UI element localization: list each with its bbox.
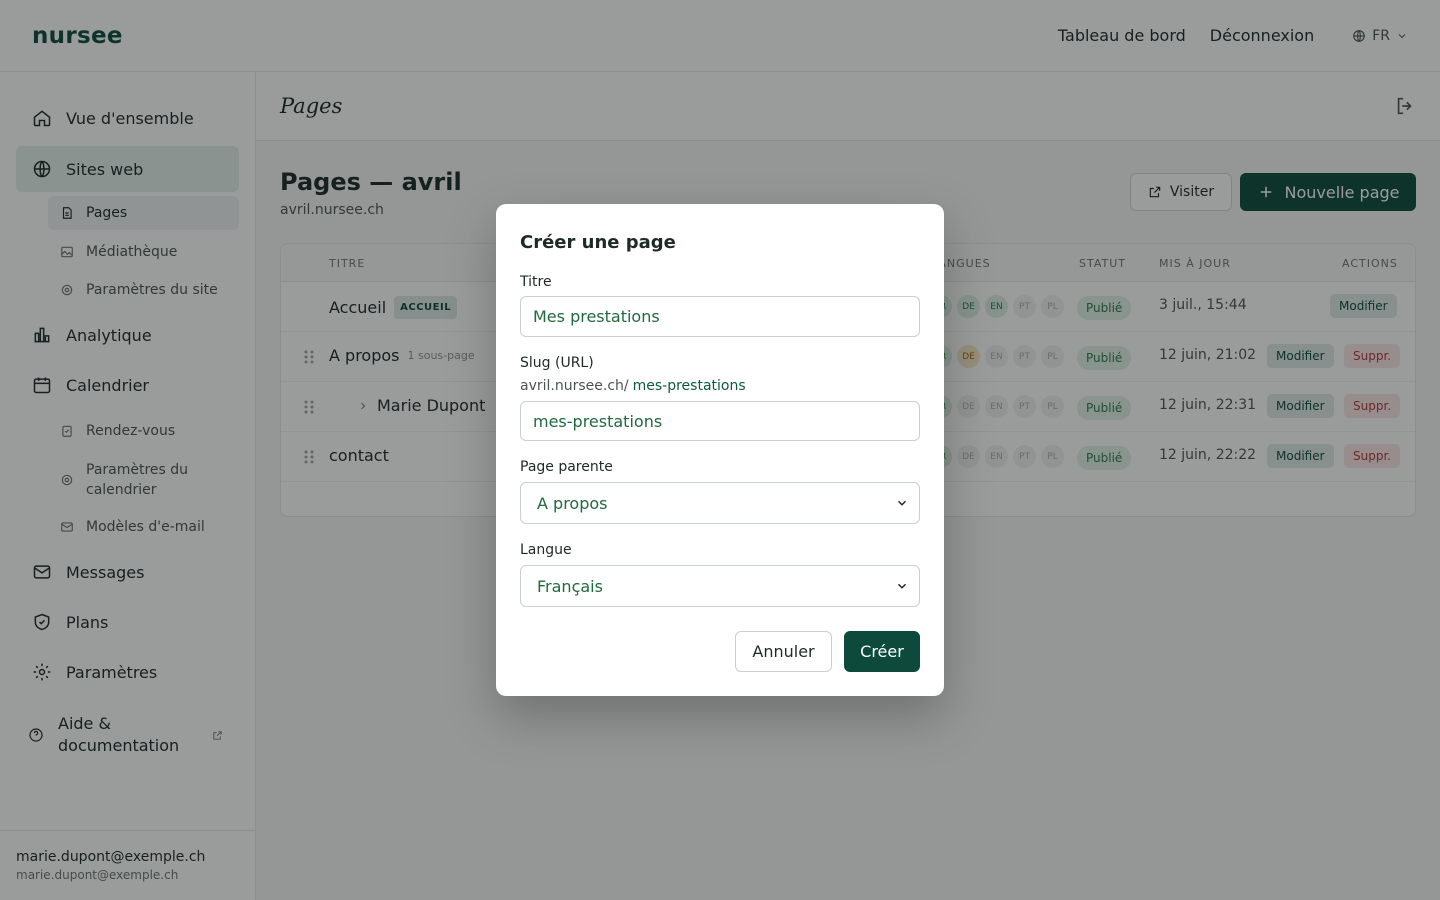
cancel-button[interactable]: Annuler: [735, 631, 832, 672]
slug-label: Slug (URL): [520, 355, 594, 371]
parent-page-value: A propos: [537, 493, 608, 513]
language-select[interactable]: Français: [520, 565, 920, 607]
title-label: Titre: [520, 274, 552, 290]
slug-input[interactable]: [520, 401, 920, 441]
create-button[interactable]: Créer: [844, 631, 920, 672]
chevron-down-icon: [897, 500, 907, 506]
dialog-title: Créer une page: [520, 232, 676, 253]
slug-preview: avril.nursee.ch/mes-prestations: [520, 378, 746, 394]
create-page-dialog: Créer une page Titre Slug (URL) avril.nu…: [496, 204, 944, 696]
language-value: Français: [537, 576, 603, 596]
chevron-down-icon: [897, 583, 907, 589]
parent-page-label: Page parente: [520, 459, 613, 475]
parent-page-select[interactable]: A propos: [520, 482, 920, 524]
slug-preview-value: mes-prestations: [632, 378, 746, 394]
title-input[interactable]: [520, 296, 920, 337]
slug-prefix: avril.nursee.ch/: [520, 378, 629, 394]
language-label: Langue: [520, 542, 572, 558]
